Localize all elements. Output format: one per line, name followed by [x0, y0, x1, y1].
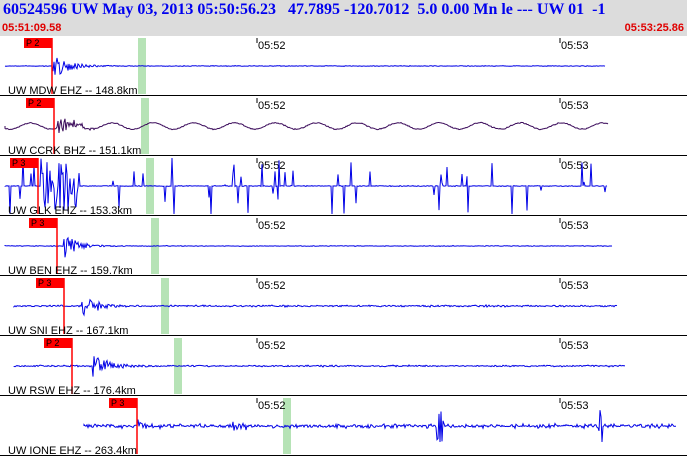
trace-row[interactable]: 05:52 05:53P 3UW IONE EHZ -- 263.4km — [0, 398, 687, 457]
waveform — [4, 118, 609, 133]
waveform — [83, 410, 676, 443]
event-title: 60524596 UW May 03, 2013 05:50:56.23 47.… — [3, 1, 606, 18]
phase-pick-label: P 3 — [38, 278, 51, 288]
phase-pick-label: P 3 — [111, 398, 124, 408]
time-tick-label: 05:53 — [561, 160, 589, 172]
event-header: 60524596 UW May 03, 2013 05:50:56.23 47.… — [0, 0, 687, 36]
trace-row[interactable]: 05:52 05:53P 3UW BEN EHZ -- 159.7km — [0, 218, 687, 277]
start-time: 05:51:09.58 — [2, 22, 62, 34]
time-tick-label: 05:53 — [561, 400, 589, 412]
time-tick-label: 05:52 — [258, 100, 286, 112]
waveform — [4, 236, 613, 258]
seismogram-panel[interactable]: 05:52 05:53P 2UW MDW EHZ -- 148.8km05:52 0… — [0, 36, 687, 458]
time-tick-label: 05:53 — [561, 340, 589, 352]
end-time: 05:53:25.86 — [624, 22, 684, 34]
time-tick-label: 05:53 — [561, 280, 589, 292]
phase-pick-label: P 3 — [31, 218, 44, 228]
phase-pick-label: P 2 — [46, 338, 59, 348]
phase-pick-label: P 2 — [28, 98, 41, 108]
time-tick-label: 05:52 — [258, 280, 286, 292]
trace-row[interactable]: 05:52 05:53P 3UW GLK EHZ -- 153.3km — [0, 157, 687, 217]
trace-row[interactable]: 05:52 05:53P 3UW SNI EHZ -- 167.1km — [0, 278, 687, 337]
waveform — [4, 57, 606, 75]
waveform — [13, 298, 618, 317]
time-tick-label: 05:52 — [258, 340, 286, 352]
trace-row[interactable]: 05:52 05:53P 2UW RSW EHZ -- 176.4km — [0, 338, 687, 397]
trace-row[interactable]: 05:52 05:53P 2UW MDW EHZ -- 148.8km — [0, 38, 687, 97]
time-tick-label: 05:52 — [258, 220, 286, 232]
phase-pick-label: P 2 — [26, 38, 39, 48]
time-tick-label: 05:52 — [258, 40, 286, 52]
time-tick-label: 05:53 — [561, 100, 589, 112]
time-tick-label: 05:53 — [561, 40, 589, 52]
time-tick-label: 05:53 — [561, 220, 589, 232]
trace-row[interactable]: 05:52 05:53P 2UW CCRK BHZ -- 151.1km — [0, 98, 687, 157]
phase-pick-label: P 3 — [12, 158, 25, 168]
waveform — [13, 356, 626, 377]
time-tick-label: 05:52 — [258, 400, 286, 412]
